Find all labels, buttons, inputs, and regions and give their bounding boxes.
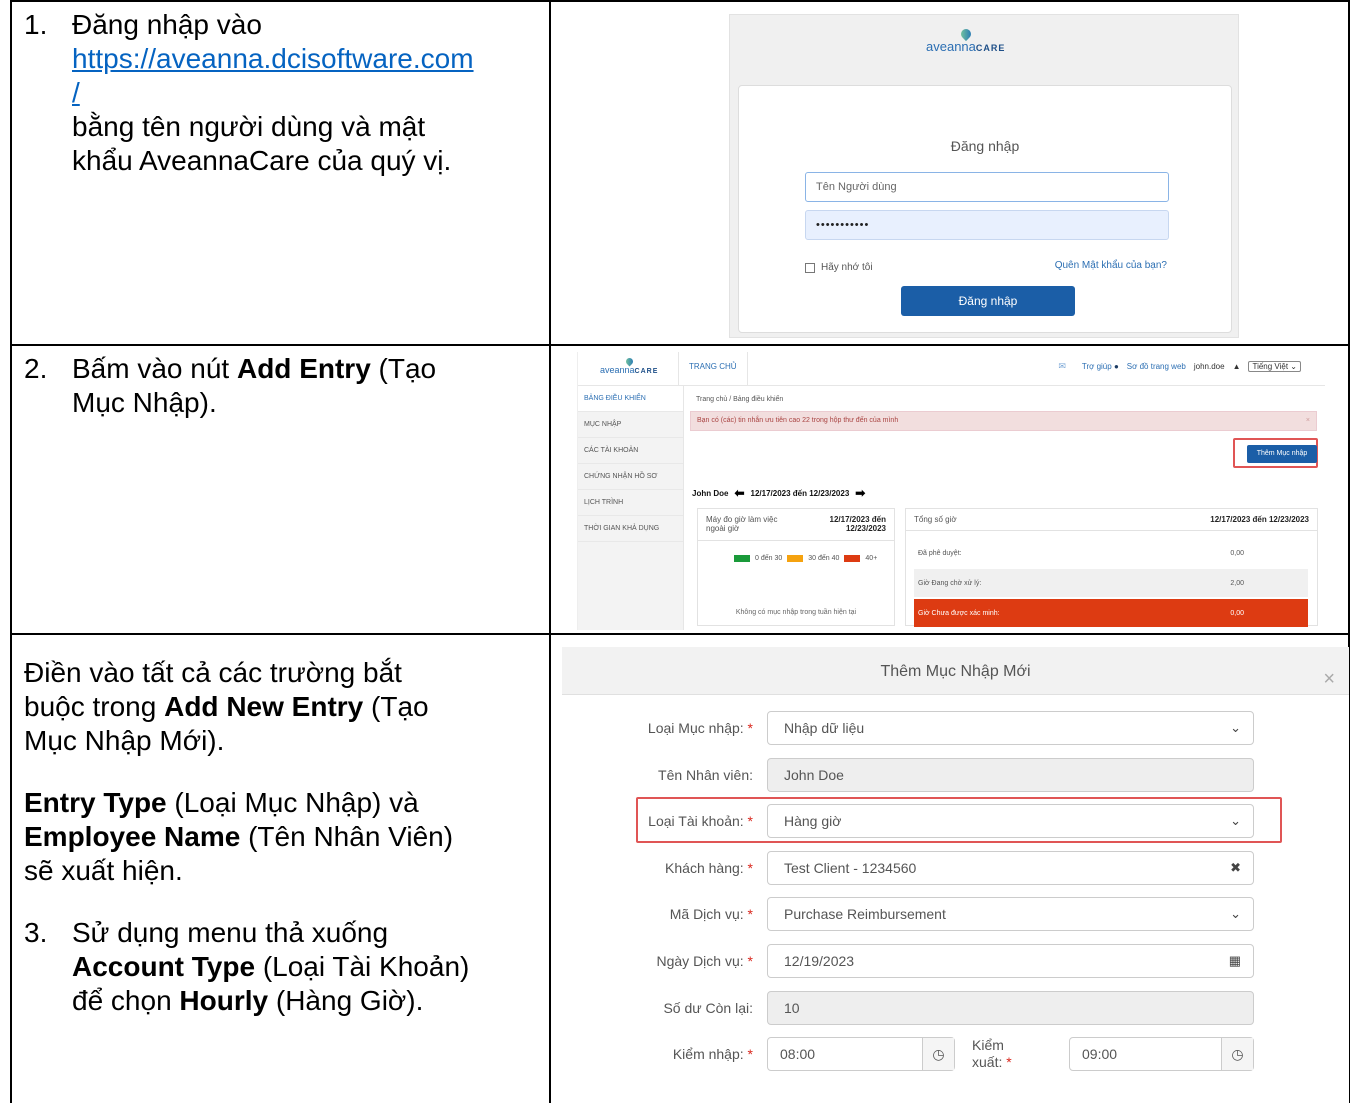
week-selector: John Doe ⬅ 12/17/2023 đến 12/23/2023 ➡ [692, 486, 866, 500]
clock-icon[interactable]: ◷ [1221, 1038, 1253, 1070]
sidebar-item-accounts[interactable]: CÁC TÀI KHOẢN [578, 438, 683, 464]
no-entries-text: Không có mục nhập trong tuần hiện tại [735, 609, 857, 616]
legend-swatch [787, 555, 804, 562]
mail-icon[interactable]: ✉ [1058, 361, 1066, 372]
checkin-input[interactable]: 08:00 ◷ [767, 1037, 955, 1071]
top-right-menu: ✉ Trợ giúp ● Sơ đồ trang web john.doe ▲ … [1058, 361, 1301, 372]
login-link[interactable]: https://aveanna.dcisoftware.com [72, 43, 474, 74]
add-entry-modal-screenshot: Thêm Mục Nhập Mới × Loại Mục nhập: * Nhậ… [562, 647, 1349, 1103]
remaining-balance-field: 10 [767, 991, 1254, 1025]
remaining-balance-row: Số dư Còn lại: 10 [562, 991, 1349, 1025]
remember-me[interactable]: Hãy nhớ tôi [805, 262, 873, 273]
legend-swatch [844, 555, 861, 562]
hours-row: Giờ Đang chờ xử lý: 2,00 [914, 569, 1308, 597]
checkout-input[interactable]: 09:00 ◷ [1069, 1037, 1254, 1071]
service-date-input[interactable]: 12/19/2023 ▦ [767, 944, 1254, 978]
employee-name-field: John Doe [767, 758, 1254, 792]
table-row-divider-1 [10, 344, 1350, 346]
password-input[interactable]: ••••••••••• [805, 210, 1169, 240]
forgot-password-link[interactable]: Quên Mật khẩu của bạn? [1055, 260, 1167, 271]
sidebar-item-entries[interactable]: MỤC NHẬP [578, 412, 683, 438]
checkbox-icon[interactable] [805, 262, 815, 273]
hours-row: Giờ Chưa được xác minh: 0,00 [914, 599, 1308, 627]
sidebar-item-credentials[interactable]: CHỨNG NHẬN HỒ SƠ [578, 464, 683, 490]
overtime-legend: 0 đến 30 30 đến 40 40+ [734, 555, 877, 562]
aveanna-logo: aveannaCARE [926, 26, 1005, 54]
next-week-arrow-icon[interactable]: ➡ [855, 486, 865, 500]
username-label: john.doe [1193, 362, 1225, 371]
help-icon: ● [1113, 362, 1119, 371]
breadcrumb: Trang chủ / Bảng điều khiển [696, 396, 784, 403]
legend-swatch [734, 555, 750, 562]
sidebar-item-schedule[interactable]: LỊCH TRÌNH [578, 490, 683, 516]
step-number: 1. [24, 9, 48, 40]
username-input[interactable]: Tên Người dùng [805, 172, 1169, 202]
nav-home[interactable]: TRANG CHỦ [678, 352, 748, 386]
client-row: Khách hàng: * Test Client - 1234560 ✖ [562, 851, 1349, 885]
dashboard-screenshot: aveannaCARE TRANG CHỦ ✉ Trợ giúp ● Sơ đồ… [577, 352, 1325, 630]
chevron-down-icon: ⌄ [1230, 720, 1241, 735]
checkout-label: Kiểm xuất: * [972, 1037, 1012, 1070]
time-row: Kiểm nhập: * 08:00 ◷ Kiểm xuất: * 09:00 … [562, 1037, 1349, 1071]
service-code-row: Mã Dịch vụ: * Purchase Reimbursement ⌄ [562, 897, 1349, 931]
hours-row: Đã phê duyệt: 0,00 [918, 549, 1244, 557]
sidebar-item-availability[interactable]: THỜI GIAN KHẢ DỤNG [578, 516, 683, 542]
top-navbar: aveannaCARE TRANG CHỦ ✉ Trợ giúp ● Sơ đồ… [578, 352, 1325, 386]
table-border-left [10, 0, 12, 1103]
step-3-text: Điền vào tất cả các trường bắt buộc tron… [24, 657, 470, 1016]
login-card: Đăng nhập Tên Người dùng ••••••••••• Hãy… [738, 85, 1232, 333]
login-screenshot: aveannaCARE Đăng nhập Tên Người dùng •••… [729, 14, 1239, 338]
client-select[interactable]: Test Client - 1234560 ✖ [767, 851, 1254, 885]
service-date-row: Ngày Dịch vụ: * 12/19/2023 ▦ [562, 944, 1349, 978]
modal-header: Thêm Mục Nhập Mới × [562, 647, 1349, 695]
account-type-select[interactable]: Hàng giờ ⌄ [767, 804, 1254, 838]
service-code-select[interactable]: Purchase Reimbursement ⌄ [767, 897, 1254, 931]
language-select[interactable]: Tiếng Việt ⌄ [1248, 361, 1301, 372]
user-icon[interactable]: ▲ [1233, 362, 1241, 371]
prev-week-arrow-icon[interactable]: ⬅ [734, 486, 744, 500]
employee-name-row: Tên Nhân viên: John Doe [562, 758, 1349, 792]
step-1-text: 1. Đăng nhập vào https://aveanna.dcisoftw… [24, 9, 474, 176]
table-border-top [10, 0, 1350, 2]
entry-type-row: Loại Mục nhập: * Nhập dữ liệu ⌄ [562, 711, 1349, 745]
login-title: Đăng nhập [950, 138, 1020, 154]
table-row-divider-2 [10, 633, 1350, 635]
overtime-meter-panel: Máy đo giờ làm việc ngoài giờ 12/17/2023… [697, 508, 895, 626]
help-link[interactable]: Trợ giúp ● [1082, 362, 1119, 371]
close-icon[interactable]: × [1323, 669, 1335, 689]
account-type-row: Loại Tài khoản: * Hàng giờ ⌄ [562, 804, 1349, 838]
sidebar-item-dashboard[interactable]: BẢNG ĐIỀU KHIỂN [578, 386, 683, 412]
entry-type-select[interactable]: Nhập dữ liệu ⌄ [767, 711, 1254, 745]
modal-title: Thêm Mục Nhập Mới [880, 663, 1031, 680]
login-link-slash[interactable]: / [72, 77, 80, 108]
calendar-icon[interactable]: ▦ [1229, 945, 1241, 977]
total-hours-panel: Tổng số giờ 12/17/2023 đến 12/23/2023 Đã… [905, 508, 1318, 627]
sidebar: BẢNG ĐIỀU KHIỂN MỤC NHẬP CÁC TÀI KHOẢN C… [578, 386, 684, 630]
clock-icon[interactable]: ◷ [922, 1038, 954, 1070]
step-2-text: 2. Bấm vào nút Add Entry (Tạo Mục Nhập). [24, 353, 437, 418]
login-button[interactable]: Đăng nhập [901, 286, 1075, 316]
clear-icon[interactable]: ✖ [1230, 852, 1241, 884]
chevron-down-icon: ⌄ [1230, 906, 1241, 921]
chevron-down-icon: ⌄ [1230, 813, 1241, 828]
add-entry-button[interactable]: Thêm Mục nhập [1247, 445, 1317, 463]
close-icon[interactable]: × [1306, 412, 1310, 430]
sitemap-link[interactable]: Sơ đồ trang web [1127, 362, 1186, 371]
priority-alert: Bạn có (các) tin nhắn ưu tiên cao 22 tro… [690, 411, 1317, 431]
table-border-mid [549, 0, 551, 1103]
aveanna-logo: aveannaCARE [600, 356, 658, 375]
